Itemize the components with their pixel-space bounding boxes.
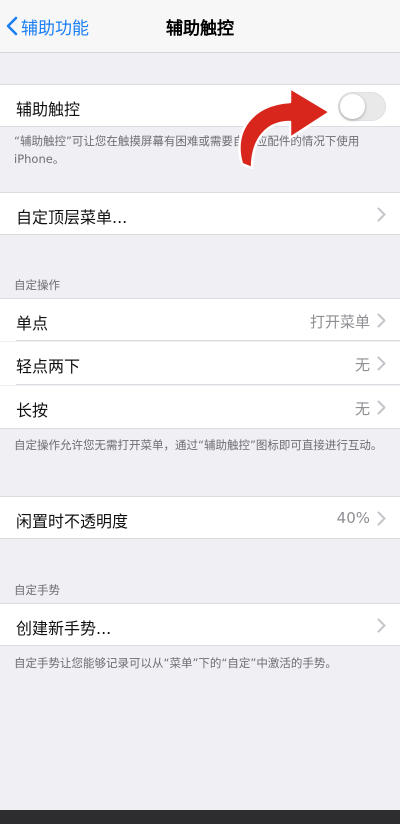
action-label: 轻点两下 [16, 357, 81, 376]
row-separator [16, 384, 400, 385]
action-value: 无 [354, 400, 370, 418]
customize-top-menu-label: 自定顶层菜单... [16, 208, 128, 227]
custom-gestures-header: 自定手势 [14, 583, 60, 597]
bottom-bar [0, 810, 400, 824]
action-value: 打开菜单 [309, 313, 370, 331]
assistive-touch-label: 辅助触控 [16, 100, 81, 119]
action-row-single-tap[interactable]: 单点 打开菜单 [0, 298, 400, 341]
custom-actions-header: 自定操作 [14, 278, 60, 292]
custom-actions-footer: 自定操作允许您无需打开菜单，通过“辅助触控”图标即可直接进行互动。 [14, 438, 383, 452]
idle-opacity-value: 40% [336, 509, 370, 527]
action-row-double-tap[interactable]: 轻点两下 无 [0, 342, 400, 385]
assistive-touch-toggle[interactable] [338, 92, 386, 121]
custom-gestures-footer: 自定手势让您能够记录可以从“菜单”下的“自定”中激活的手势。 [14, 656, 337, 670]
toggle-knob [340, 94, 365, 119]
create-gesture-label: 创建新手势... [16, 619, 112, 638]
action-label: 单点 [16, 314, 49, 333]
idle-opacity-label: 闲置时不透明度 [16, 512, 129, 531]
chevron-right-icon [377, 207, 386, 222]
action-value: 无 [354, 356, 370, 374]
navigation-bar: 辅助功能 辅助触控 [0, 0, 400, 53]
row-separator [16, 340, 400, 341]
annotation-arrow-icon [238, 86, 332, 170]
chevron-right-icon [377, 511, 386, 526]
customize-top-menu-row[interactable]: 自定顶层菜单... [0, 192, 400, 235]
chevron-right-icon [377, 356, 386, 371]
create-gesture-row[interactable]: 创建新手势... [0, 603, 400, 646]
chevron-right-icon [377, 313, 386, 328]
chevron-right-icon [377, 618, 386, 633]
action-label: 长按 [16, 401, 49, 420]
page-title: 辅助触控 [166, 19, 234, 39]
idle-opacity-row[interactable]: 闲置时不透明度 40% [0, 496, 400, 539]
action-row-long-press[interactable]: 长按 无 [0, 386, 400, 429]
chevron-right-icon [377, 400, 386, 415]
